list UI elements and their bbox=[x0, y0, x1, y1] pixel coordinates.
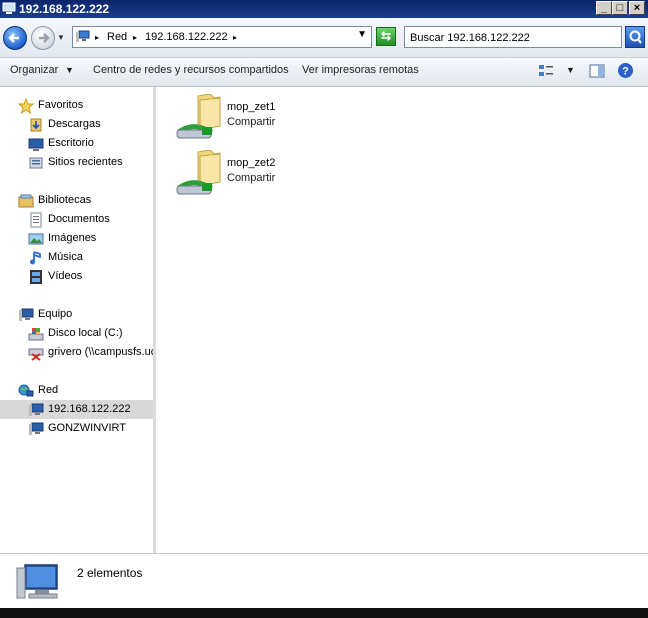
breadcrumb-red[interactable]: Red bbox=[107, 31, 127, 43]
chevron-icon[interactable]: ▸ bbox=[133, 33, 137, 42]
search-button[interactable] bbox=[625, 26, 645, 48]
view-printers-button[interactable]: Ver impresoras remotas bbox=[302, 64, 419, 76]
organize-button[interactable]: Organizar bbox=[10, 64, 58, 76]
chevron-icon[interactable]: ▸ bbox=[233, 33, 237, 42]
breadcrumb-ip[interactable]: 192.168.122.222 bbox=[145, 31, 228, 43]
address-row: ▼ ▸ Red ▸ 192.168.122.222 ▸ ▼ ⇆ Buscar 1… bbox=[0, 18, 648, 58]
address-bar[interactable]: ▸ Red ▸ 192.168.122.222 ▸ ▼ bbox=[72, 26, 372, 48]
recent-places-icon bbox=[29, 157, 43, 169]
network-center-button[interactable]: Centro de redes y recursos compartidos bbox=[93, 64, 289, 76]
nav-item-images[interactable]: Imágenes bbox=[0, 229, 153, 248]
taskbar-strip bbox=[0, 608, 648, 618]
preview-pane-icon[interactable] bbox=[589, 63, 605, 79]
help-icon[interactable]: ? bbox=[617, 62, 634, 79]
nav-item-local-disk[interactable]: Disco local (C:) bbox=[0, 324, 153, 343]
computer-icon bbox=[19, 308, 34, 321]
nav-item-recent[interactable]: Sitios recientes bbox=[0, 153, 153, 172]
libraries-icon bbox=[18, 194, 34, 208]
minimize-button[interactable]: _ bbox=[596, 1, 612, 15]
search-input[interactable]: Buscar 192.168.122.222 bbox=[404, 26, 622, 48]
item-count: 2 elementos bbox=[77, 566, 143, 580]
nav-item-videos[interactable]: Vídeos bbox=[0, 267, 153, 286]
share-name: mop_zet2 bbox=[227, 157, 276, 169]
nav-item-gonzwinvirt[interactable]: GONZWINVIRT bbox=[0, 419, 153, 438]
nav-item-downloads[interactable]: Descargas bbox=[0, 115, 153, 134]
command-bar: Organizar ▼ Centro de redes y recursos c… bbox=[0, 58, 648, 87]
network-globe-icon bbox=[18, 384, 34, 397]
share-type: Compartir bbox=[227, 172, 276, 184]
nav-favorites[interactable]: Favoritos bbox=[0, 96, 153, 115]
search-icon bbox=[629, 30, 642, 44]
address-dropdown-icon[interactable]: ▼ bbox=[357, 29, 367, 40]
maximize-button[interactable]: □ bbox=[612, 1, 628, 15]
window-title: 192.168.122.222 bbox=[19, 2, 110, 16]
refresh-button[interactable]: ⇆ bbox=[376, 27, 396, 46]
shared-folder-item[interactable]: mop_zet1 Compartir bbox=[176, 94, 396, 140]
title-bar: 192.168.122.222 _ □ × bbox=[0, 0, 648, 18]
navigation-pane: Favoritos Descargas Escritorio Sitios re… bbox=[0, 87, 156, 553]
close-button[interactable]: × bbox=[629, 1, 645, 15]
organize-dropdown-icon[interactable]: ▼ bbox=[65, 65, 74, 75]
view-options-icon[interactable] bbox=[538, 63, 554, 79]
back-button[interactable] bbox=[3, 26, 27, 50]
star-icon bbox=[18, 98, 34, 114]
music-note-icon bbox=[30, 251, 41, 265]
share-type: Compartir bbox=[227, 116, 276, 128]
computer-icon bbox=[2, 2, 16, 14]
nav-item-selected-host[interactable]: 192.168.122.222 bbox=[0, 400, 153, 419]
history-dropdown-icon[interactable]: ▼ bbox=[57, 33, 65, 42]
details-pane: 2 elementos bbox=[0, 553, 648, 610]
forward-button[interactable] bbox=[31, 26, 55, 50]
computer-icon bbox=[16, 564, 58, 599]
nav-libraries[interactable]: Bibliotecas bbox=[0, 191, 153, 210]
downloads-icon bbox=[30, 118, 42, 132]
desktop-icon bbox=[28, 138, 44, 151]
network-computer-icon bbox=[29, 403, 44, 416]
nav-item-music[interactable]: Música bbox=[0, 248, 153, 267]
arrow-left-icon bbox=[8, 33, 19, 43]
shared-folder-item[interactable]: mop_zet2 Compartir bbox=[176, 150, 396, 196]
disconnected-drive-icon bbox=[28, 348, 44, 361]
nav-computer[interactable]: Equipo bbox=[0, 305, 153, 324]
nav-item-network-drive[interactable]: grivero (\\campusfs.uc bbox=[0, 343, 153, 362]
network-computer-icon bbox=[76, 30, 90, 42]
nav-item-documents[interactable]: Documentos bbox=[0, 210, 153, 229]
nav-network[interactable]: Red bbox=[0, 381, 153, 400]
shared-folder-icon bbox=[176, 94, 221, 139]
film-icon bbox=[30, 270, 42, 284]
view-dropdown-icon[interactable]: ▼ bbox=[566, 65, 575, 75]
network-computer-icon bbox=[29, 422, 44, 435]
chevron-icon[interactable]: ▸ bbox=[95, 33, 99, 42]
images-icon bbox=[28, 233, 44, 245]
shared-folder-icon bbox=[176, 150, 221, 195]
svg-text:?: ? bbox=[622, 66, 629, 78]
content-pane: mop_zet1 Compartir mop_zet2 Compartir bbox=[159, 87, 648, 553]
share-name: mop_zet1 bbox=[227, 101, 276, 113]
arrow-right-icon bbox=[39, 33, 50, 43]
nav-item-desktop[interactable]: Escritorio bbox=[0, 134, 153, 153]
hard-drive-icon bbox=[28, 328, 44, 341]
documents-icon bbox=[30, 212, 42, 228]
